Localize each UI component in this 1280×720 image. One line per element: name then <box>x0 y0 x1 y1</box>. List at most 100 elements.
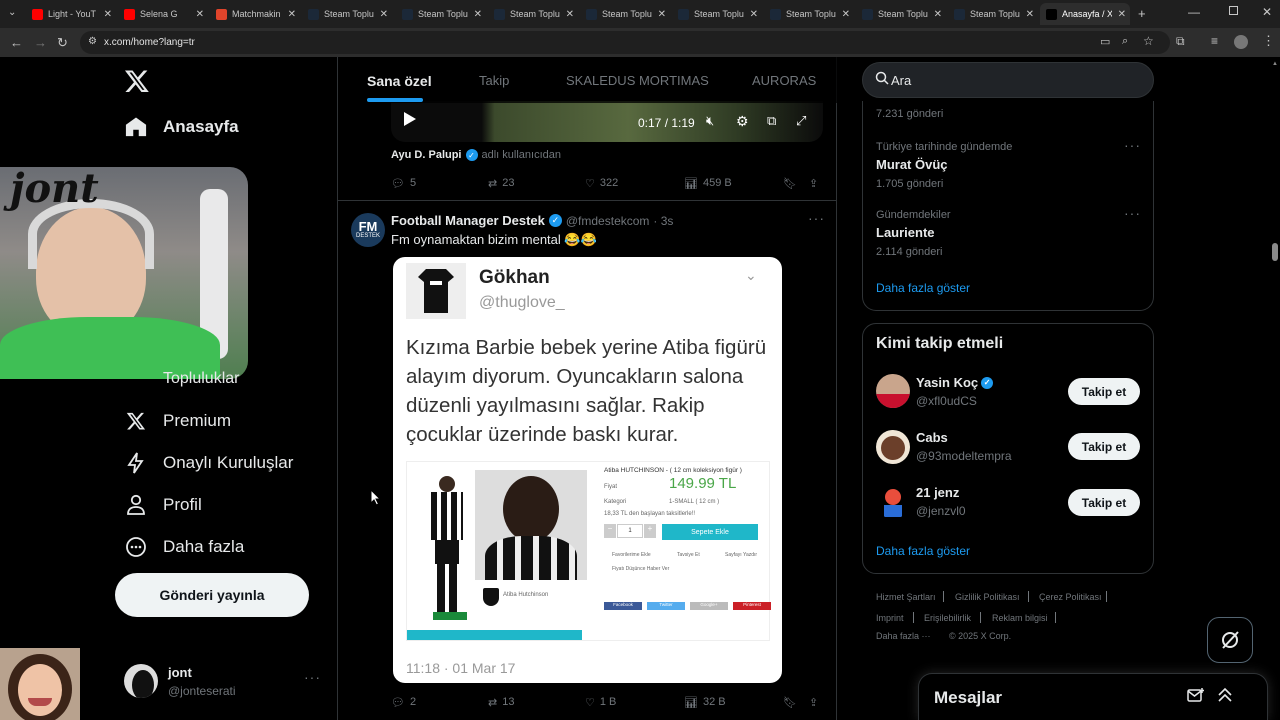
share-fb[interactable]: Facebook <box>604 602 642 610</box>
tab-search-chevron-icon[interactable]: ⌄ <box>8 7 16 18</box>
share-icon[interactable]: ⇪ <box>809 696 818 709</box>
browser-tab[interactable]: Steam Toplu ✕ <box>302 3 392 25</box>
tab-close-icon[interactable]: ✕ <box>842 9 850 20</box>
trend-item-2[interactable]: Gündemdekiler Laurien­te 2.114 gönderi ·… <box>876 205 1140 258</box>
add-to-cart-button[interactable]: Sepete Ekle <box>662 524 758 540</box>
like-button[interactable]: ♡ 322 <box>585 177 618 190</box>
trend-item-0[interactable]: 7.231 gönderi <box>876 108 943 120</box>
tab-close-icon[interactable]: ✕ <box>658 9 666 20</box>
tab-close-icon[interactable]: ✕ <box>380 9 388 20</box>
tab-close-icon[interactable]: ✕ <box>750 9 758 20</box>
nav-verified-orgs[interactable]: Onaylı Kuruluşlar <box>124 448 293 478</box>
post-image[interactable]: Gökhan @thuglove_ ⌄ Kızıma Barbie bebek … <box>393 257 782 683</box>
play-icon[interactable] <box>403 111 417 127</box>
attribution-author[interactable]: Ayu D. Palupi <box>391 149 462 161</box>
qty-input[interactable]: 1 <box>617 524 643 538</box>
share-p[interactable]: Pinterest <box>733 602 771 610</box>
bookmark-star-icon[interactable]: ☆ <box>1143 34 1154 48</box>
tab-for-you[interactable]: Sana özel <box>367 73 432 89</box>
site-info-icon[interactable]: ⚙ <box>88 36 97 47</box>
dock-video-icon[interactable]: ⧉ <box>767 113 776 129</box>
video-player[interactable]: 0:17 / 1:19 🔇︎ ⚙ ⧉ ⤢ <box>391 101 823 142</box>
tab-close-icon[interactable]: ✕ <box>934 9 942 20</box>
back-icon[interactable]: ← <box>10 35 23 50</box>
follow-avatar-0[interactable] <box>876 374 910 408</box>
tab-close-icon[interactable]: ✕ <box>566 9 574 20</box>
tab-list-1[interactable]: SKALEDUS MORTIMAS <box>566 73 709 88</box>
scroll-up-icon[interactable]: ▲ <box>1272 61 1278 67</box>
follow-name-0[interactable]: Yasin Koç ✓ <box>916 375 994 390</box>
tab-close-icon[interactable]: ✕ <box>474 9 482 20</box>
browser-tab[interactable]: Steam Toplu ✕ <box>856 3 946 25</box>
follow-button-1[interactable]: Takip et <box>1068 433 1140 460</box>
restore-icon[interactable] <box>1229 6 1238 15</box>
browser-tab[interactable]: Steam Toplu ✕ <box>764 3 854 25</box>
scroll-thumb[interactable] <box>1272 243 1278 261</box>
browser-tab[interactable]: Steam Toplu ✕ <box>948 3 1038 25</box>
price-alert-link[interactable]: Fiyatı Düşünce Haber Ver <box>612 566 669 572</box>
video-settings-icon[interactable]: ⚙ <box>736 113 749 130</box>
mute-icon[interactable]: 🔇︎ <box>706 113 714 129</box>
browser-tab[interactable]: Selena G ✕ <box>118 3 208 25</box>
expand-messages-icon[interactable] <box>1217 686 1233 703</box>
profile-avatar-icon[interactable] <box>1234 35 1248 49</box>
post-more-icon[interactable]: ··· <box>808 210 825 226</box>
share-tw[interactable]: Twitter <box>647 602 685 610</box>
qty-minus[interactable]: − <box>604 524 616 538</box>
post-avatar[interactable]: FM DESTEK <box>351 213 385 247</box>
forward-icon[interactable]: → <box>34 35 47 50</box>
follow-avatar-2[interactable] <box>876 485 910 519</box>
browser-tab[interactable]: Steam Toplu ✕ <box>672 3 762 25</box>
install-app-icon[interactable]: ▭ <box>1100 35 1110 48</box>
grok-button[interactable] <box>1207 617 1253 663</box>
follow-name-1[interactable]: Cabs <box>916 430 948 445</box>
share-icon[interactable]: ⇪ <box>809 177 818 190</box>
bookmark-icon[interactable]: 🔖︎ <box>783 177 797 190</box>
account-more-icon[interactable]: ··· <box>304 669 321 685</box>
bookmark-icon[interactable]: 🔖︎ <box>783 696 797 709</box>
tab-close-icon[interactable]: ✕ <box>288 9 296 20</box>
nav-communities-partial[interactable]: Topluluklar <box>163 370 239 388</box>
browser-tab[interactable]: Steam Toplu ✕ <box>396 3 486 25</box>
extensions-icon[interactable]: ⧉ <box>1176 34 1185 49</box>
tab-close-icon[interactable]: ✕ <box>1118 9 1126 20</box>
browser-tab[interactable]: Light - YouT ✕ <box>26 3 116 25</box>
fullscreen-icon[interactable]: ⤢ <box>796 113 806 129</box>
footer-more[interactable]: Daha fazla ··· <box>876 631 931 641</box>
repost-button[interactable]: ⇄ 13 <box>488 696 514 709</box>
like-button[interactable]: ♡ 1 B <box>585 696 616 709</box>
nav-home[interactable]: Anasayfa <box>124 112 239 142</box>
footer-terms[interactable]: Hizmet Şartları <box>876 592 936 602</box>
nav-premium[interactable]: Premium <box>124 406 231 436</box>
account-switcher[interactable]: jont @jonteserati ··· <box>120 657 330 707</box>
repost-button[interactable]: ⇄ 23 <box>488 177 514 190</box>
post-button[interactable]: Gönderi yayınla <box>115 573 309 617</box>
follow-show-more[interactable]: Daha fazla göster <box>876 544 970 558</box>
reload-icon[interactable]: ↻ <box>57 35 68 51</box>
tab-following[interactable]: Takip <box>479 73 509 88</box>
footer-ads[interactable]: Reklam bilgisi <box>992 613 1048 623</box>
recommend-link[interactable]: Tavsiye Et <box>677 552 700 558</box>
trends-show-more[interactable]: Daha fazla göster <box>876 281 970 295</box>
footer-cookie[interactable]: Çerez Politikası <box>1039 592 1102 602</box>
tab-close-icon[interactable]: ✕ <box>1026 9 1034 20</box>
print-link[interactable]: Sayfayı Yazdır <box>725 552 757 558</box>
tab-close-icon[interactable]: ✕ <box>104 9 112 20</box>
zoom-icon[interactable]: ⌕ <box>1122 35 1128 48</box>
fav-link[interactable]: Favorilerime Ekle <box>612 552 651 558</box>
trend-item-1[interactable]: Türkiye tarihinde gündemde Murat Övüç 1.… <box>876 137 1140 190</box>
tab-search-icon[interactable]: ≡ <box>1211 34 1218 48</box>
nav-more[interactable]: Daha fazla <box>124 532 244 562</box>
x-logo-icon[interactable] <box>124 68 150 94</box>
browser-tab[interactable]: Steam Toplu ✕ <box>580 3 670 25</box>
browser-menu-icon[interactable]: ⋮ <box>1262 33 1275 49</box>
page-scrollbar[interactable]: ▲ <box>1270 57 1280 720</box>
search-input[interactable]: Ara <box>862 62 1154 98</box>
close-window-icon[interactable]: ✕ <box>1262 5 1272 19</box>
trend-more-icon[interactable]: ··· <box>1124 137 1141 153</box>
minimize-icon[interactable]: — <box>1188 5 1200 19</box>
address-bar[interactable]: ⚙ x.com/home?lang=tr ▭ ⌕ ☆ <box>80 31 1170 54</box>
reply-button[interactable]: 💬︎ 2 <box>391 696 416 709</box>
share-g[interactable]: Google+ <box>690 602 728 610</box>
messages-drawer[interactable]: Mesajlar <box>918 673 1268 720</box>
